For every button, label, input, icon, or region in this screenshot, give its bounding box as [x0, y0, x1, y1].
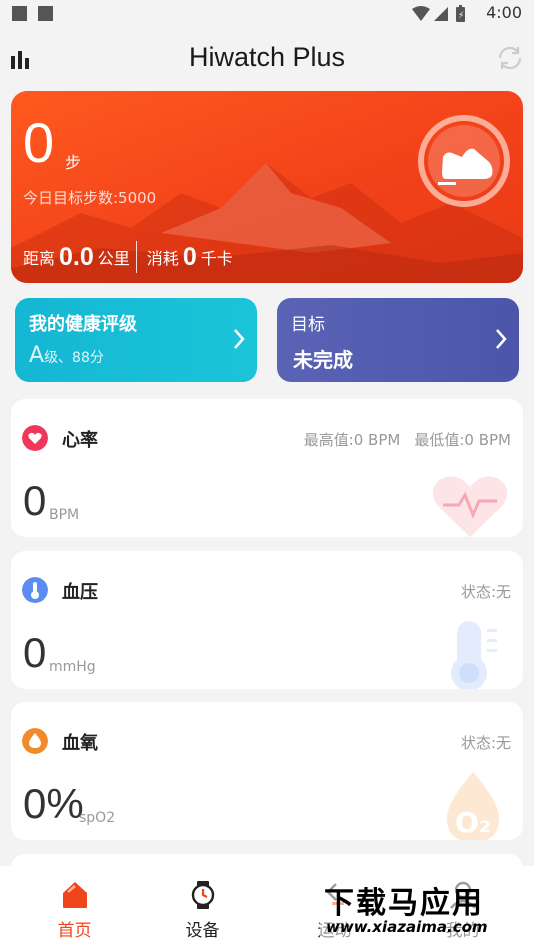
health-rating-card[interactable]: 我的健康评级 A级、88分: [15, 298, 257, 382]
heart-rate-min: 最低值:0 BPM: [414, 431, 511, 449]
heart-rate-max: 最高值:0 BPM: [303, 431, 401, 449]
distance-value: 0.0: [59, 242, 94, 271]
metric-status: 状态:无: [460, 583, 511, 601]
steps-card[interactable]: 0 步 今日目标步数:5000 距离 0.0 公里 消耗 0 千卡: [11, 91, 523, 283]
steps-value: 0: [23, 111, 55, 174]
blood-pressure-card[interactable]: 血压 状态:无 0 mmHg: [11, 551, 523, 689]
metric-unit: BPM: [49, 507, 80, 523]
sync-icon[interactable]: [496, 44, 524, 72]
health-rating-title: 我的健康评级: [29, 314, 137, 335]
distance-unit: 公里: [97, 249, 130, 268]
metric-value: 0%: [23, 780, 84, 827]
site-watermark: 下载马应用 www.xiazaima.com: [320, 878, 534, 940]
signal-battery-icons: ⚡: [412, 5, 465, 22]
oxygen-drop-icon: [22, 728, 48, 754]
calories-value: 0: [182, 242, 197, 271]
metric-unit: spO2: [79, 810, 116, 826]
watch-icon: [191, 881, 214, 909]
health-grade: A级、88分: [29, 343, 104, 368]
notification-icon: [38, 6, 53, 21]
calories-unit: 千卡: [200, 249, 233, 268]
blood-oxygen-card[interactable]: 血氧 状态:无 0% spO2 O₂: [11, 702, 523, 840]
oxygen-watermark-icon: O₂: [447, 772, 499, 840]
tab-label: 设备: [185, 921, 220, 941]
metric-name: 心率: [62, 430, 98, 451]
tab-label: 首页: [57, 921, 92, 941]
divider: [135, 241, 137, 273]
metric-value: 0: [23, 629, 47, 676]
svg-text:⚡: ⚡: [458, 11, 464, 21]
watermark-url: www.xiazaima.com: [326, 918, 488, 936]
calories-label: 消耗: [146, 249, 179, 268]
heart-watermark-icon: [432, 476, 508, 537]
thermometer-watermark-icon: [451, 621, 497, 689]
chevron-right-icon: [496, 329, 507, 349]
heart-icon: [22, 425, 48, 451]
thermometer-icon: [22, 577, 48, 603]
activity-stats: 距离 0.0 公里 消耗 0 千卡: [23, 239, 233, 275]
steps-unit: 步: [65, 153, 82, 172]
goal-card[interactable]: 目标 未完成: [277, 298, 519, 382]
goal-title: 目标: [291, 315, 325, 335]
heart-rate-card[interactable]: 心率 最高值:0 BPM 最低值:0 BPM 0 BPM: [11, 399, 523, 537]
tab-home[interactable]: 首页: [8, 866, 141, 950]
distance-label: 距离: [23, 249, 56, 268]
notification-icon: [12, 6, 27, 21]
tab-device[interactable]: 设备: [136, 866, 269, 950]
shoe-icon: [418, 115, 510, 207]
home-icon: [62, 882, 87, 908]
metric-value: 0: [23, 477, 47, 524]
grade-letter: A: [29, 343, 45, 368]
metric-name: 血压: [62, 582, 98, 603]
metric-unit: mmHg: [49, 659, 96, 675]
clock: 4:00: [486, 3, 522, 22]
watermark-text: 下载马应用: [324, 886, 484, 921]
metric-name: 血氧: [62, 733, 98, 754]
svg-text:O₂: O₂: [455, 806, 491, 839]
grade-score: 级、88分: [44, 350, 104, 366]
heart-rate-range: 最高值:0 BPM 最低值:0 BPM: [290, 429, 511, 450]
chevron-right-icon: [234, 329, 245, 349]
status-bar: ⚡ 4:00: [0, 0, 534, 30]
app-header: Hiwatch Plus: [0, 30, 534, 90]
goal-status: 未完成: [293, 348, 353, 372]
metric-status: 状态:无: [460, 734, 511, 752]
steps-goal: 今日目标步数:5000: [23, 189, 157, 207]
page-title: Hiwatch Plus: [188, 42, 346, 72]
